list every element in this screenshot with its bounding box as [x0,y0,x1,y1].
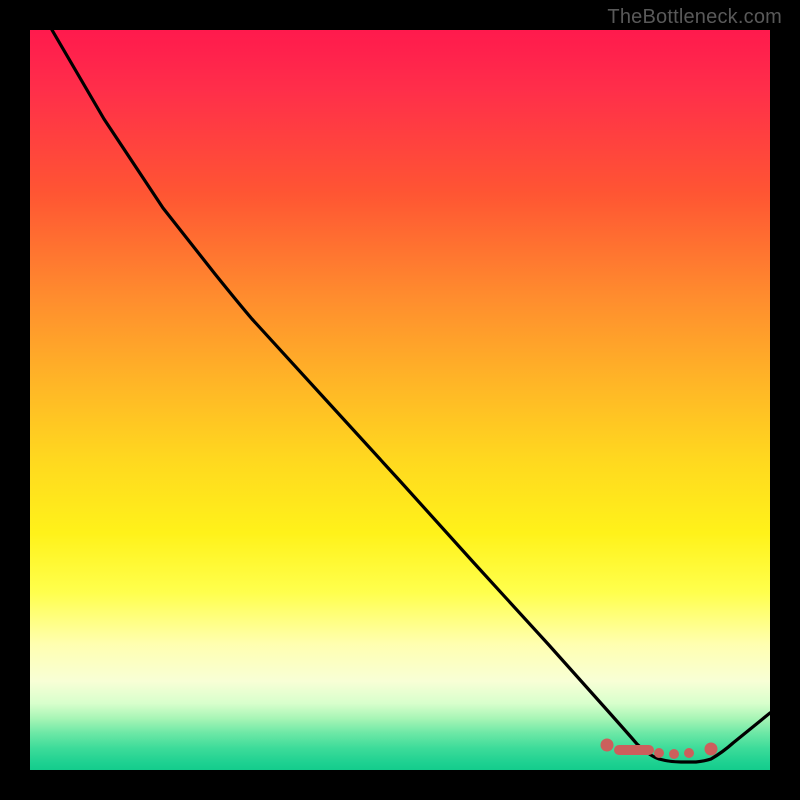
watermark-text: TheBottleneck.com [607,6,782,29]
optimal-marker [614,745,654,755]
chart-canvas: TheBottleneck.com [0,0,800,800]
optimal-marker [705,743,718,756]
optimal-marker [669,749,679,759]
chart-svg [30,30,770,770]
optimal-marker [684,748,694,758]
optimal-marker [601,739,614,752]
plot-area [30,30,770,770]
bottleneck-curve-line [52,30,770,762]
optimal-marker [654,748,664,758]
